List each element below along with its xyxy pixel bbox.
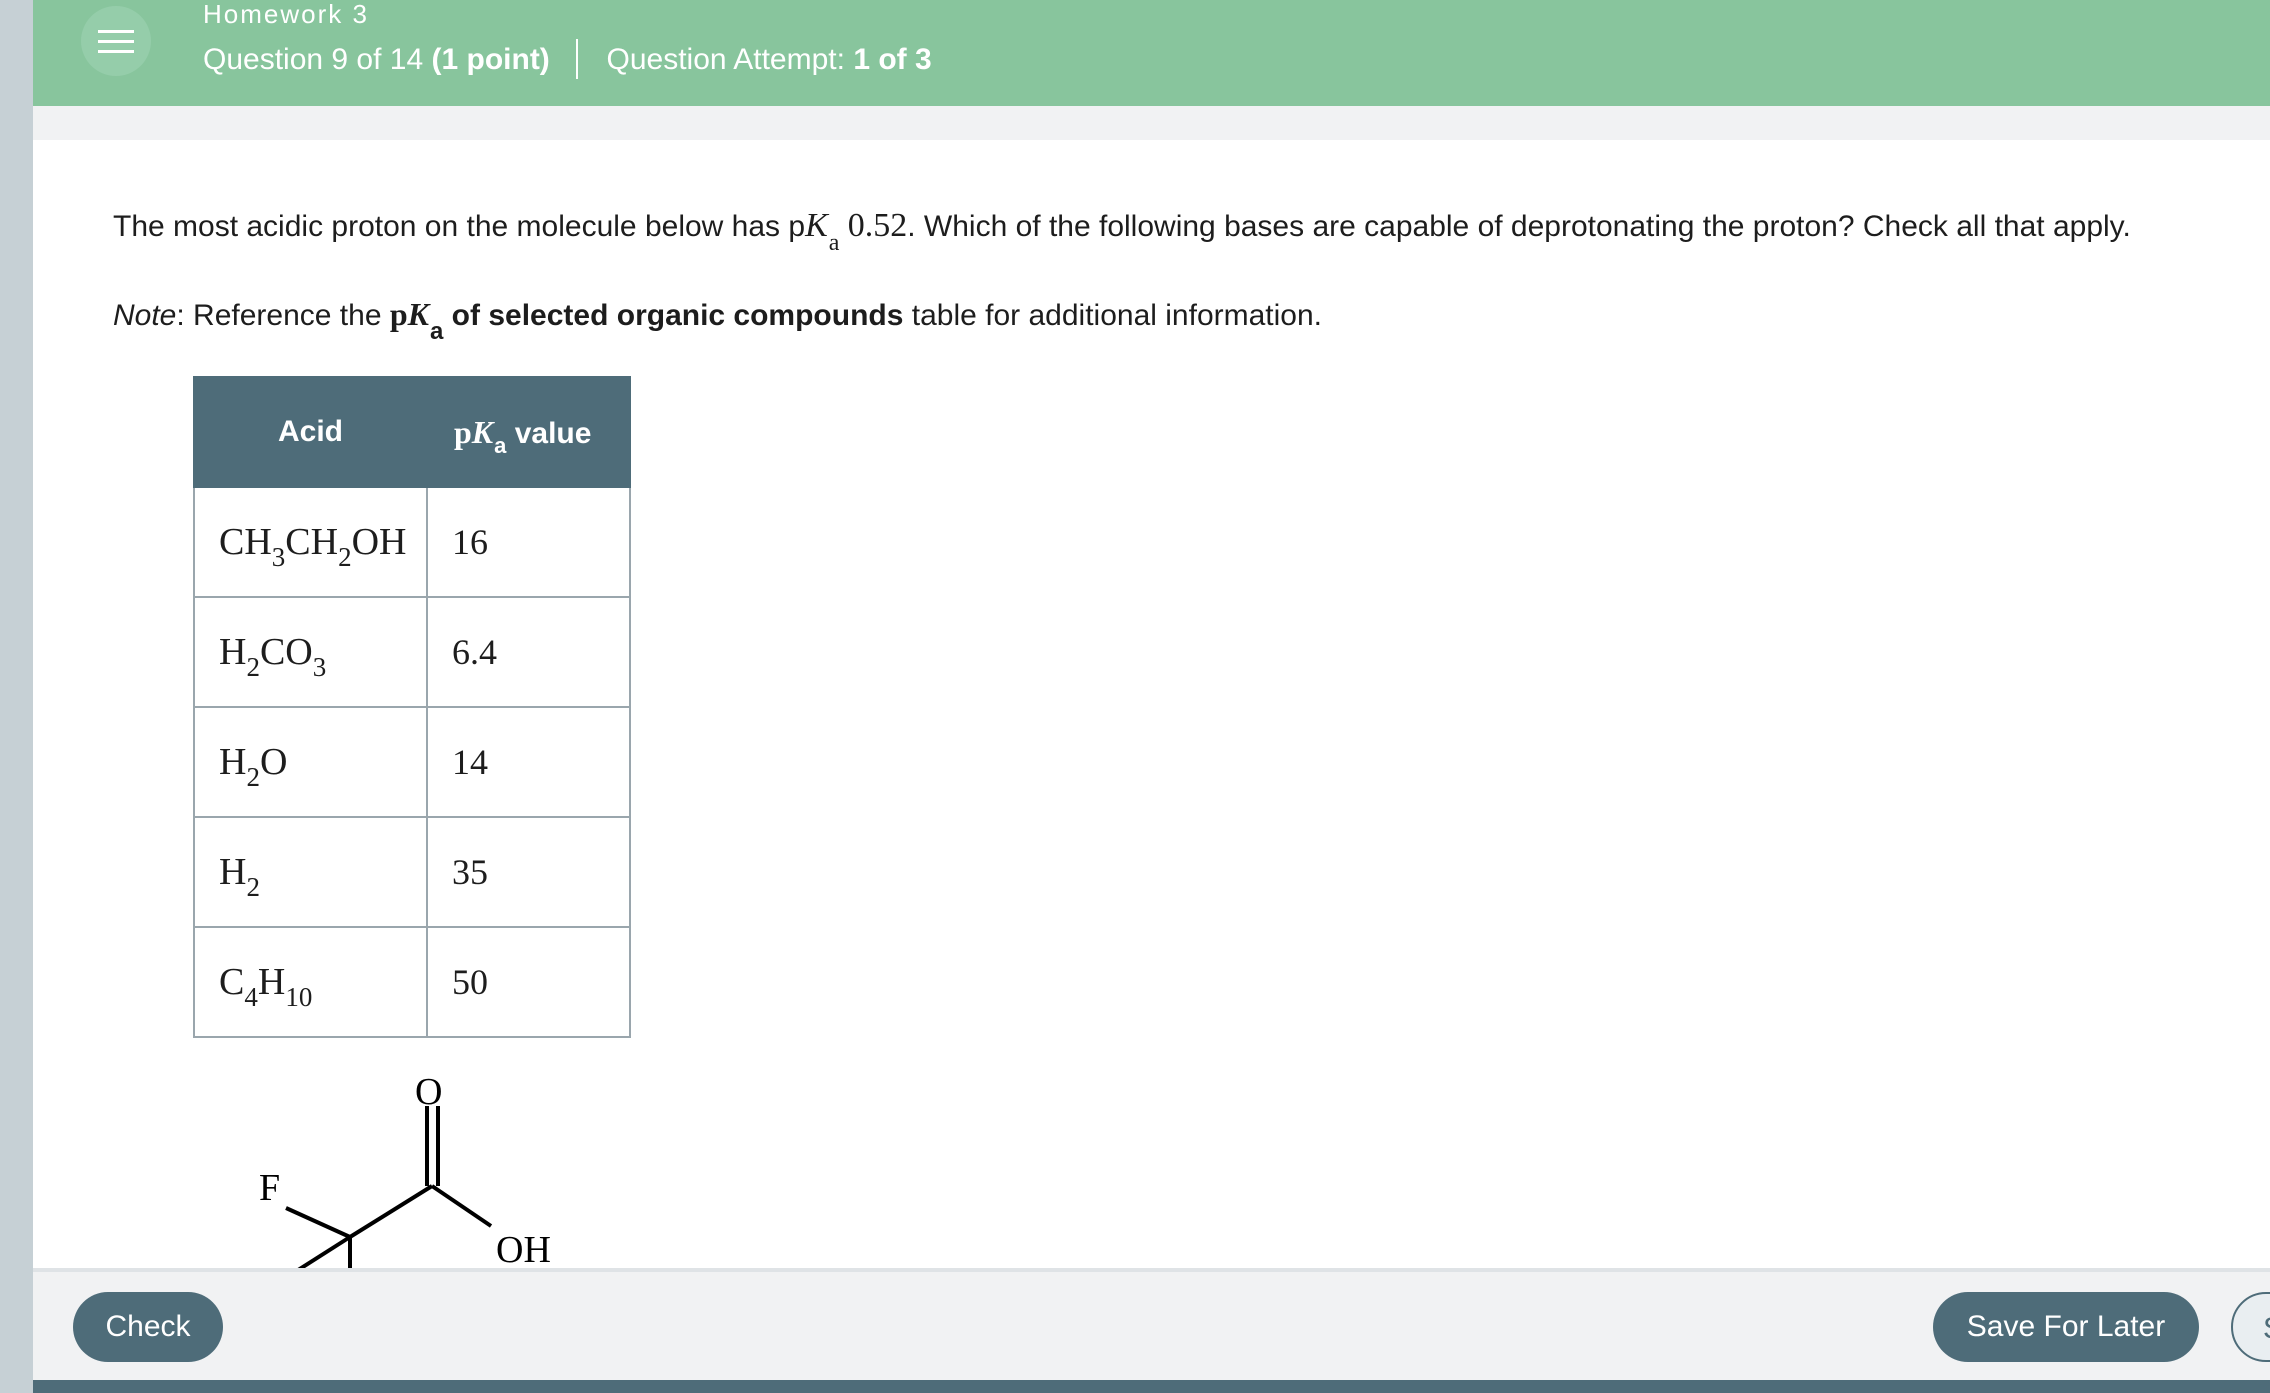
- acid-formula: CH3CH2OH: [193, 486, 428, 598]
- note-text-end: table for additional information.: [903, 299, 1323, 332]
- pka-reference-table: Acid pKa value CH3CH2OH 16 H2CO3 6.4 H2O…: [193, 376, 631, 1038]
- table-row: H2O 14: [193, 706, 631, 818]
- hydroxyl-label: OH: [496, 1229, 551, 1268]
- molecule-structure: O OH F F: [259, 1071, 551, 1268]
- pka-cell: 35: [426, 816, 631, 928]
- pka-cell: 16: [426, 486, 631, 598]
- question-number: Question 9 of 14: [203, 43, 424, 76]
- c-oh-bond: [430, 1184, 493, 1228]
- table-row: H2 35: [193, 816, 631, 928]
- reference-note: Note: Reference the pKa of selected orga…: [113, 294, 1323, 345]
- assignment-header: Homework 3 Question 9 of 14 (1 point) Qu…: [33, 0, 2270, 106]
- question-info: Question 9 of 14 (1 point) Question Atte…: [203, 39, 932, 81]
- reference-table-name: pKa of selected organic compounds: [389, 296, 904, 345]
- table-header-row: Acid pKa value: [193, 376, 631, 488]
- acid-formula: H2O: [193, 706, 428, 818]
- save-for-later-button[interactable]: Save For Later: [1933, 1292, 2199, 1362]
- note-label: Note: [113, 299, 177, 332]
- assignment-title: Homework 3: [203, 0, 369, 29]
- table-row: CH3CH2OH 16: [193, 486, 631, 598]
- c-f-bond: [285, 1206, 351, 1239]
- question-text-prefix: The most acidic proton on the molecule b…: [113, 210, 806, 243]
- note-text: : Reference the: [176, 299, 390, 332]
- hamburger-icon: [98, 30, 134, 33]
- hamburger-icon-line: [98, 50, 134, 53]
- c-c-bond: [348, 1184, 434, 1239]
- attempt-label: Question Attempt:: [606, 43, 845, 76]
- molecule-bonds: [285, 1106, 493, 1268]
- acid-formula: H2CO3: [193, 596, 428, 708]
- bottom-bar: [33, 1380, 2270, 1393]
- c-f-bond-2: [297, 1235, 352, 1268]
- fluorine-atom-label: F: [259, 1167, 280, 1209]
- attempt-value: 1 of 3: [853, 43, 932, 76]
- header-divider: [576, 39, 579, 80]
- pka-cell: 14: [426, 706, 631, 818]
- pka-cell: 50: [426, 926, 631, 1038]
- column-header-pka: pKa value: [426, 376, 631, 488]
- question-prompt: The most acidic proton on the molecule b…: [113, 206, 2131, 256]
- question-points: (1 point): [431, 43, 550, 76]
- hamburger-menu-button[interactable]: [81, 6, 151, 76]
- pka-value: 0.52: [847, 207, 908, 244]
- pka-symbol: Ka: [805, 207, 840, 256]
- question-text-suffix: . Which of the following bases are capab…: [907, 210, 2131, 243]
- acid-formula: H2: [193, 816, 428, 928]
- hamburger-icon-line: [98, 40, 134, 43]
- submit-button-partial[interactable]: S: [2231, 1292, 2270, 1362]
- table-row: C4H10 50: [193, 926, 631, 1038]
- question-content: The most acidic proton on the molecule b…: [33, 140, 2270, 1268]
- pka-cell: 6.4: [426, 596, 631, 708]
- table-row: H2CO3 6.4: [193, 596, 631, 708]
- app-window: Homework 3 Question 9 of 14 (1 point) Qu…: [33, 0, 2270, 1393]
- footer-toolbar: Check Save For Later S: [33, 1272, 2270, 1380]
- acid-formula: C4H10: [193, 926, 428, 1038]
- column-header-acid: Acid: [193, 376, 428, 488]
- check-button[interactable]: Check: [73, 1292, 223, 1362]
- oxygen-atom-label: O: [415, 1071, 442, 1113]
